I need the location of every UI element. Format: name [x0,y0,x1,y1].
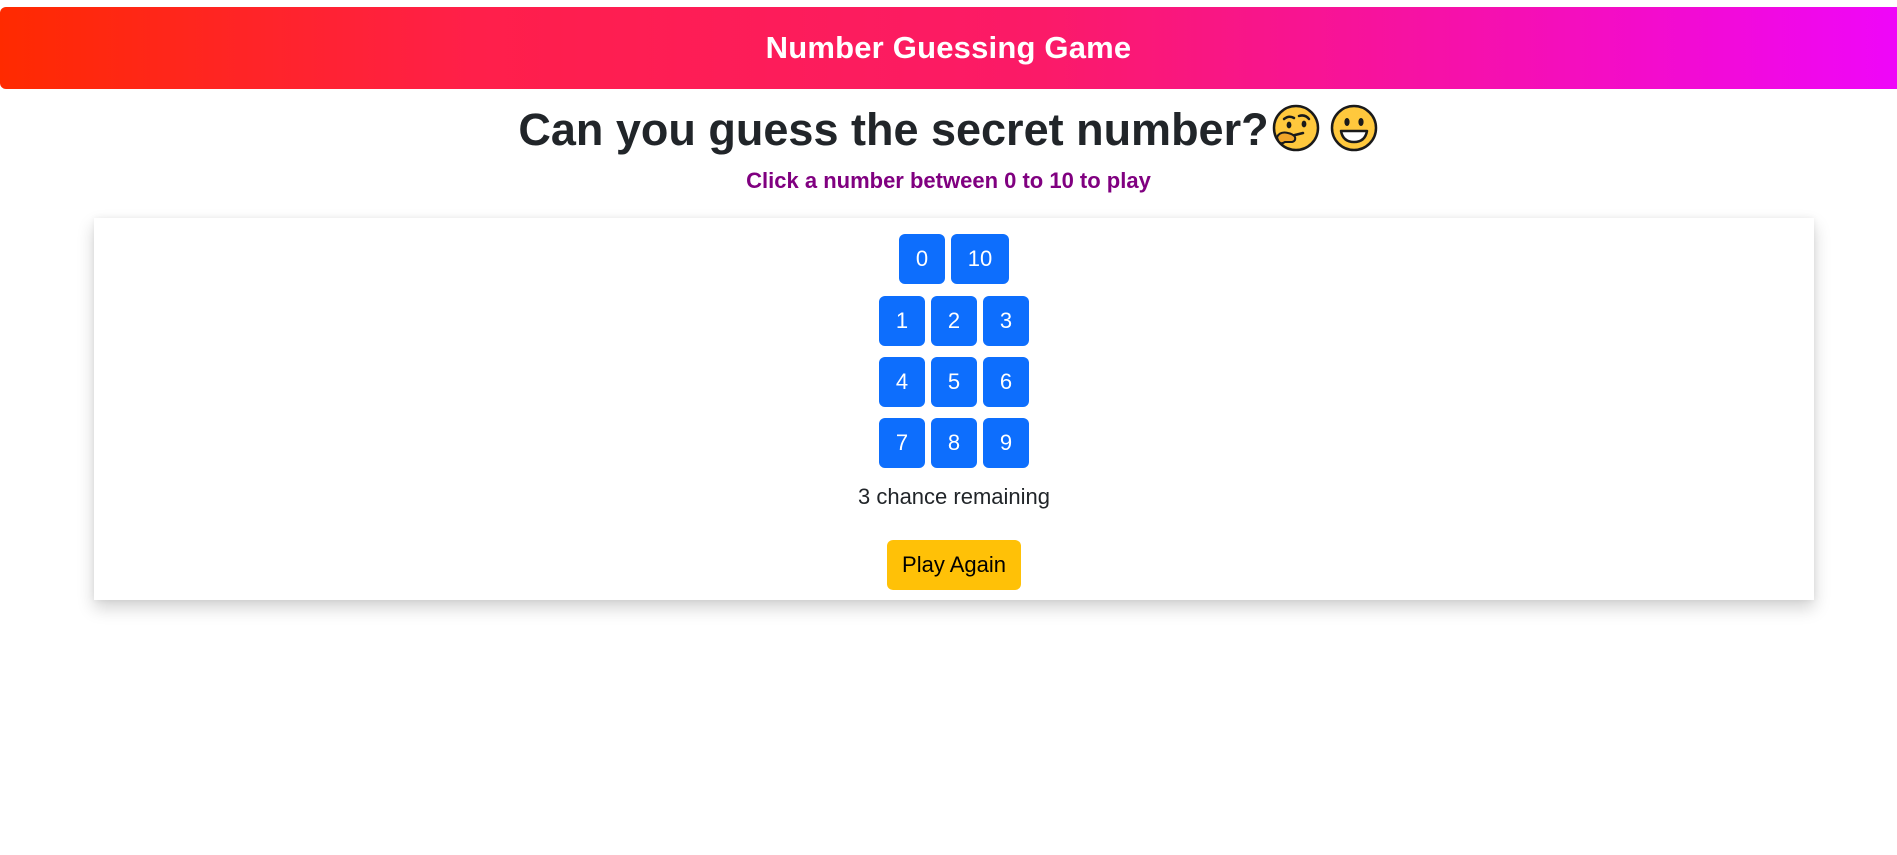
number-button-1[interactable]: 1 [879,296,925,346]
number-button-6[interactable]: 6 [983,357,1029,407]
number-button-7[interactable]: 7 [879,418,925,468]
number-button-0[interactable]: 0 [899,234,945,284]
thinking-face-icon [1272,104,1319,152]
number-button-2[interactable]: 2 [931,296,977,346]
number-button-4[interactable]: 4 [879,357,925,407]
chances-remaining-text: 3 chance remaining [857,484,1050,509]
number-button-5[interactable]: 5 [931,357,977,407]
play-again-button[interactable]: Play Again [887,540,1021,590]
game-card: 0 10 1 2 3 4 5 6 7 8 9 3 chance remainin… [94,218,1814,600]
number-button-9[interactable]: 9 [983,418,1029,468]
number-button-10[interactable]: 10 [951,234,1009,284]
headline-text: Can you guess the secret number? [518,104,1269,155]
grinning-face-icon [1330,104,1377,152]
page-headline: Can you guess the secret number? [0,100,1897,160]
number-button-3[interactable]: 3 [983,296,1029,346]
instruction-text: Click a number between 0 to 10 to play [746,168,1151,193]
header-bar: Number Guessing Game [0,7,1897,89]
app-title: Number Guessing Game [765,30,1132,65]
number-button-8[interactable]: 8 [931,418,977,468]
